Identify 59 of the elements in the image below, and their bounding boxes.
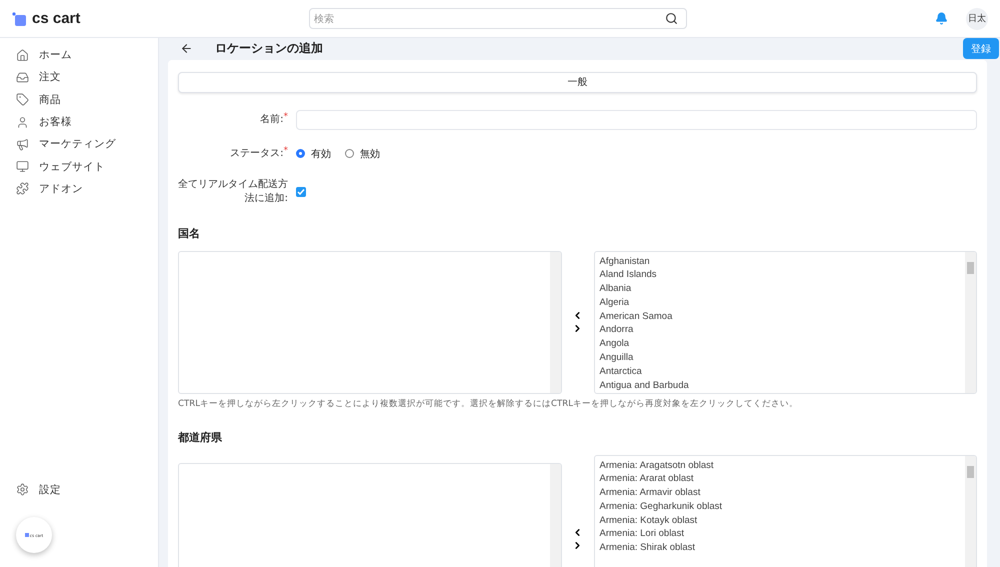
required-mark: * (284, 112, 288, 122)
bell-icon[interactable] (935, 12, 948, 25)
sidebar-item[interactable]: アドオン (16, 178, 158, 200)
sidebar-item[interactable]: 設定 (16, 478, 158, 501)
settings-icon (16, 483, 29, 496)
home-icon (16, 48, 29, 62)
list-option[interactable]: Antigua and Barbuda (600, 378, 960, 392)
sidebar-item[interactable]: ウェブサイト (16, 155, 158, 178)
list-option[interactable]: American Samoa (600, 310, 960, 324)
scrollbar[interactable] (550, 252, 560, 392)
page-title: ロケーションの追加 (215, 40, 323, 57)
scrollbar[interactable] (965, 456, 976, 567)
back-arrow-icon[interactable] (180, 42, 193, 55)
name-input[interactable] (296, 110, 977, 130)
list-option[interactable]: Armenia: Kotayk oblast (600, 514, 960, 528)
sidebar-item[interactable]: マーケティング (16, 133, 158, 156)
section-title: 都道府県 (178, 430, 223, 444)
list-option[interactable]: Armenia: Lori oblast (600, 527, 960, 542)
logo-icon (12, 12, 26, 26)
section-title: 国名 (178, 226, 201, 240)
available-listbox[interactable]: Armenia: Aragatsotn oblast Armenia: Ararat oblast Armenia: Armavir oblast Armenia: Gegharkunik oblast Armenia: Kotayk oblast Armenia: Lori oblast Armenia: Shirak oblast (594, 454, 977, 567)
list-option[interactable]: Andorra (600, 323, 960, 338)
sidebar-item[interactable]: ホーム (16, 44, 158, 66)
list-option[interactable]: Albania (600, 282, 960, 296)
field-label: ステータス: (230, 146, 284, 160)
user-avatar[interactable]: 日太 (966, 8, 988, 30)
logo-icon (24, 533, 29, 537)
list-option[interactable]: Armenia: Ararat oblast (600, 472, 960, 486)
list-option[interactable]: Algeria (600, 296, 960, 310)
list-option[interactable]: Armenia: Gegharkunik oblast (600, 500, 960, 514)
user-icon (16, 116, 29, 129)
required-mark: * (284, 146, 288, 156)
status-radio[interactable]: 有効 (296, 146, 331, 160)
field-label: 全てリアルタイム配送方法に追加: (178, 178, 288, 206)
list-option[interactable]: Armenia: Aragatsotn oblast (600, 458, 960, 472)
tag-icon (16, 93, 29, 106)
help-text: CTRLキーを押しながら左クリックすることにより複数選択が可能です。選択を解除するにはCTRLキーを押しながら再度対象を左クリックしてください。 (178, 398, 800, 410)
tab[interactable]: 一般 (178, 72, 977, 92)
list-option[interactable]: Antarctica (600, 364, 960, 379)
list-option[interactable]: Angola (600, 337, 960, 352)
list-option[interactable]: Aland Islands (600, 268, 960, 282)
list-option[interactable]: Afghanistan (600, 254, 960, 268)
list-option[interactable]: Armenia: Armavir oblast (600, 486, 960, 500)
available-listbox[interactable]: Afghanistan Aland Islands Albania Algeria American Samoa Andorra Angola Anguilla Antarctica Antigua and Barbuda (594, 250, 977, 394)
checkbox[interactable] (296, 186, 306, 196)
status-radio[interactable]: 無効 (345, 146, 380, 160)
field-label: 名前: (260, 112, 284, 126)
monitor-icon (16, 160, 29, 174)
logo-text: cs cart (32, 10, 80, 27)
list-option[interactable]: Armenia: Shirak oblast (600, 541, 960, 556)
sidebar-item[interactable]: 注文 (16, 66, 158, 89)
search-icon[interactable] (665, 12, 678, 25)
list-option[interactable]: Anguilla (600, 351, 960, 365)
inbox-icon (16, 70, 29, 84)
puzzle-icon (16, 182, 29, 196)
sidebar-item[interactable]: 商品 (16, 88, 158, 111)
sidebar-item[interactable]: お客様 (16, 110, 158, 134)
scrollbar[interactable] (965, 252, 976, 392)
megaphone-icon (16, 138, 29, 151)
